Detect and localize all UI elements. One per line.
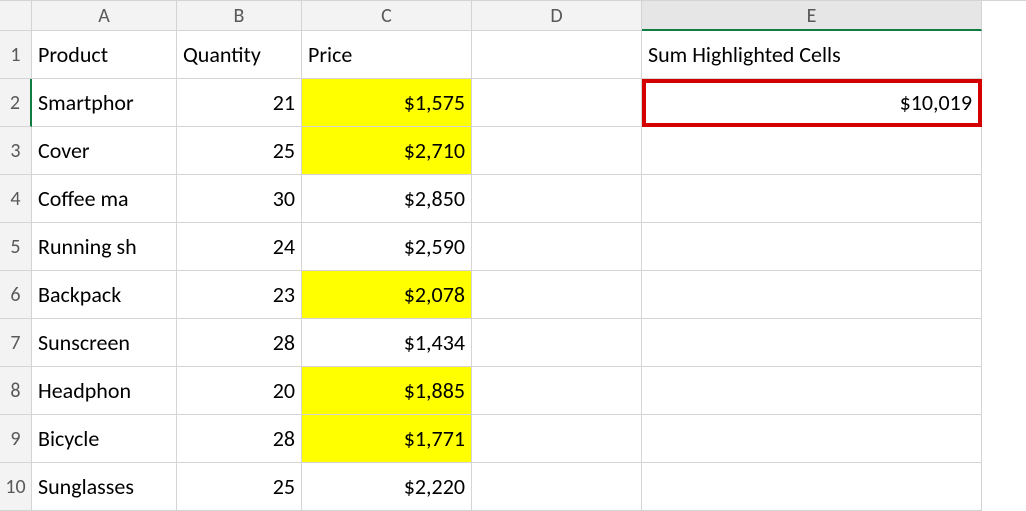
row-header-4[interactable]: 4 xyxy=(0,175,32,223)
cell-C6[interactable]: $2,078 xyxy=(302,271,472,319)
cell-C5[interactable]: $2,590 xyxy=(302,223,472,271)
cell-D9[interactable] xyxy=(472,415,642,463)
cell-B4[interactable]: 30 xyxy=(177,175,302,223)
cell-C4[interactable]: $2,850 xyxy=(302,175,472,223)
cell-D7[interactable] xyxy=(472,319,642,367)
row-header-6[interactable]: 6 xyxy=(0,271,32,319)
select-all-corner[interactable] xyxy=(0,1,32,31)
cell-D5[interactable] xyxy=(472,223,642,271)
cell-A5[interactable]: Running sh xyxy=(32,223,177,271)
cell-D6[interactable] xyxy=(472,271,642,319)
cell-B3[interactable]: 25 xyxy=(177,127,302,175)
cell-D1[interactable] xyxy=(472,31,642,79)
cell-A9[interactable]: Bicycle xyxy=(32,415,177,463)
cell-D4[interactable] xyxy=(472,175,642,223)
cell-B1[interactable]: Quantity xyxy=(177,31,302,79)
cell-C8[interactable]: $1,885 xyxy=(302,367,472,415)
col-header-A[interactable]: A xyxy=(32,1,177,31)
cell-E2[interactable]: $10,019 xyxy=(642,79,982,127)
row-header-7[interactable]: 7 xyxy=(0,319,32,367)
row-header-2[interactable]: 2 xyxy=(0,79,32,127)
cell-C1[interactable]: Price xyxy=(302,31,472,79)
cell-B10[interactable]: 25 xyxy=(177,463,302,511)
col-header-B[interactable]: B xyxy=(177,1,302,31)
cell-D3[interactable] xyxy=(472,127,642,175)
cell-A4[interactable]: Coffee ma xyxy=(32,175,177,223)
cell-E4[interactable] xyxy=(642,175,982,223)
cell-C7[interactable]: $1,434 xyxy=(302,319,472,367)
row-header-3[interactable]: 3 xyxy=(0,127,32,175)
row-header-1[interactable]: 1 xyxy=(0,31,32,79)
cell-E6[interactable] xyxy=(642,271,982,319)
cell-E5[interactable] xyxy=(642,223,982,271)
cell-D10[interactable] xyxy=(472,463,642,511)
cell-A10[interactable]: Sunglasses xyxy=(32,463,177,511)
col-header-C[interactable]: C xyxy=(302,1,472,31)
cell-E1[interactable]: Sum Highlighted Cells xyxy=(642,31,982,79)
cell-A1[interactable]: Product xyxy=(32,31,177,79)
cell-A8[interactable]: Headphon xyxy=(32,367,177,415)
cell-B9[interactable]: 28 xyxy=(177,415,302,463)
cell-C10[interactable]: $2,220 xyxy=(302,463,472,511)
cell-B6[interactable]: 23 xyxy=(177,271,302,319)
cell-C3[interactable]: $2,710 xyxy=(302,127,472,175)
row-header-10[interactable]: 10 xyxy=(0,463,32,511)
cell-E8[interactable] xyxy=(642,367,982,415)
cell-C2[interactable]: $1,575 xyxy=(302,79,472,127)
row-header-5[interactable]: 5 xyxy=(0,223,32,271)
cell-E7[interactable] xyxy=(642,319,982,367)
cell-B5[interactable]: 24 xyxy=(177,223,302,271)
col-header-E[interactable]: E xyxy=(642,1,982,31)
cell-B2[interactable]: 21 xyxy=(177,79,302,127)
spreadsheet-grid[interactable]: A B C D E 1 Product Quantity Price Sum H… xyxy=(0,0,1026,511)
cell-A6[interactable]: Backpack xyxy=(32,271,177,319)
cell-D2[interactable] xyxy=(472,79,642,127)
cell-B8[interactable]: 20 xyxy=(177,367,302,415)
cell-C9[interactable]: $1,771 xyxy=(302,415,472,463)
col-header-D[interactable]: D xyxy=(472,1,642,31)
cell-E10[interactable] xyxy=(642,463,982,511)
row-header-9[interactable]: 9 xyxy=(0,415,32,463)
cell-A7[interactable]: Sunscreen xyxy=(32,319,177,367)
cell-A2[interactable]: Smartphor xyxy=(32,79,177,127)
cell-A3[interactable]: Cover xyxy=(32,127,177,175)
cell-B7[interactable]: 28 xyxy=(177,319,302,367)
cell-E9[interactable] xyxy=(642,415,982,463)
row-header-8[interactable]: 8 xyxy=(0,367,32,415)
cell-E3[interactable] xyxy=(642,127,982,175)
cell-D8[interactable] xyxy=(472,367,642,415)
